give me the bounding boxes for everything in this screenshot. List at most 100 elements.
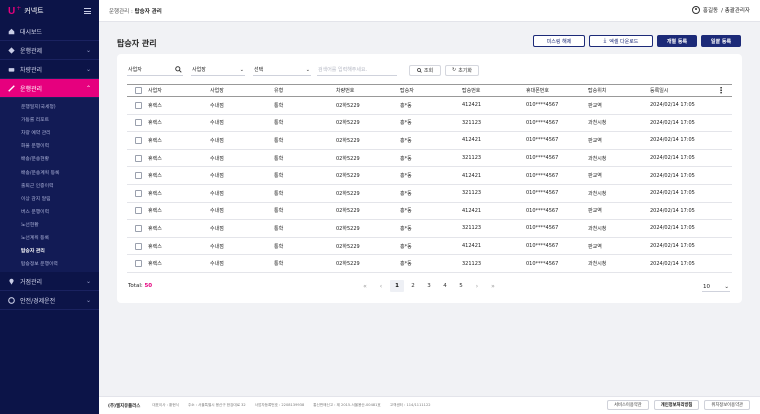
submenu-item[interactable]: 버스 운행이력 — [0, 205, 99, 218]
sidebar-item-label: 거점관리 — [20, 278, 43, 286]
excel-download-button[interactable]: ⤓ 엑셀 다운로드 — [589, 35, 653, 47]
unlink-button[interactable]: 미스링 해제 — [533, 35, 585, 47]
column-header[interactable]: 유형 — [274, 84, 336, 97]
sidebar-item-dashboard[interactable]: 대시보드 — [0, 22, 99, 41]
search-icon — [417, 67, 422, 73]
submenu-item-current[interactable]: 탑승자 관리 — [0, 244, 99, 257]
column-header[interactable]: 탑승번호 — [462, 84, 526, 97]
submenu-item[interactable]: 운행일지(국세청) — [0, 100, 99, 113]
table-cell: 수내점 — [210, 237, 274, 256]
menu-toggle-icon[interactable] — [84, 8, 91, 14]
table-row[interactable]: 휴렉스 수내점 통학 02하5229 홍*동 321123 010****4567 과천시청 2… — [127, 219, 732, 238]
keyword-search-input[interactable]: 검색어를 입력해주세요. — [317, 64, 397, 76]
table-header-row: 사업자 사업장 유형 차량번호 탑승자 탑승번호 휴대폰번호 탑승위치 등록일시… — [127, 84, 732, 97]
row-checkbox[interactable] — [135, 260, 142, 268]
sidebar-item-base[interactable]: 거점관리 ⌄ — [0, 272, 99, 292]
last-page-button[interactable]: » — [486, 280, 500, 292]
column-header[interactable]: 등록일시 — [650, 84, 710, 97]
row-checkbox[interactable] — [135, 172, 142, 180]
page-button[interactable]: 4 — [438, 280, 452, 292]
table-row[interactable]: 휴렉스 수내점 통학 02하5229 홍*동 321123 010****4567 과천시청 2… — [127, 149, 732, 168]
privacy-link[interactable]: 개인정보처리방침 — [653, 400, 700, 410]
submenu-item[interactable]: 노선현황 — [0, 218, 99, 231]
page-button-current[interactable]: 1 — [390, 280, 404, 292]
page-button[interactable]: 5 — [454, 280, 468, 292]
table-cell: 과천시청 — [588, 184, 650, 203]
prev-page-button[interactable]: ‹ — [374, 280, 388, 292]
more-options-icon[interactable]: ⋮ — [710, 84, 732, 97]
total-value: 50 — [144, 283, 153, 289]
table-cell: 홍*동 — [400, 114, 462, 133]
location-terms-link[interactable]: 위치정보이용약관 — [704, 400, 750, 410]
row-select-cell — [127, 114, 148, 133]
column-header[interactable]: 휴대폰번호 — [526, 84, 588, 97]
table-cell: 홍*동 — [400, 184, 462, 203]
submenu-item[interactable]: 화물 운행이력 — [0, 139, 99, 152]
row-checkbox[interactable] — [135, 189, 142, 197]
row-checkbox[interactable] — [135, 119, 142, 127]
submenu-item[interactable]: 배송/운송계획 등록 — [0, 165, 99, 178]
submenu-item[interactable]: 노선계획 등록 — [0, 231, 99, 244]
site-select-value: 사업장 — [192, 67, 206, 73]
sidebar: U + 커넥트 대시보드 운행관제 ⌄ 차량관리 ⌄ 운행관리 ⌃ 운행일지(국… — [0, 0, 99, 414]
row-checkbox[interactable] — [135, 154, 142, 162]
search-button[interactable]: 조회 — [409, 64, 441, 76]
row-select-cell — [127, 166, 148, 185]
table-row[interactable]: 휴렉스 수내점 통학 02하5229 홍*동 321123 010****4567 과천시청 2… — [127, 114, 732, 133]
next-page-button[interactable]: › — [470, 280, 484, 292]
select-all-checkbox[interactable] — [135, 87, 142, 94]
column-header[interactable]: 탑승자 — [400, 84, 462, 97]
row-checkbox[interactable] — [135, 242, 142, 250]
company-search-field[interactable]: 사업자 — [127, 64, 183, 76]
table-cell-spacer — [710, 114, 732, 133]
terms-link[interactable]: 서비스이용약관 — [607, 400, 649, 410]
row-checkbox[interactable] — [135, 207, 142, 215]
column-header[interactable]: 차량번호 — [336, 84, 400, 97]
row-select-cell — [127, 96, 148, 115]
submenu-item[interactable]: 배송/운송현황 — [0, 152, 99, 165]
logo[interactable]: U + 커넥트 — [8, 5, 44, 17]
submenu-item[interactable]: 차량 예약 관리 — [0, 126, 99, 139]
table-cell: 휴렉스 — [148, 202, 210, 221]
page-button[interactable]: 2 — [406, 280, 420, 292]
search-icon[interactable] — [175, 66, 182, 73]
sidebar-item-vehicle[interactable]: 차량관리 ⌄ — [0, 60, 99, 79]
reset-icon: ↻ — [451, 67, 457, 73]
single-register-button[interactable]: 개별 등록 — [657, 35, 697, 47]
submenu-item[interactable]: 가동률 리포트 — [0, 113, 99, 126]
row-checkbox[interactable] — [135, 224, 142, 232]
table-row[interactable]: 휴렉스 수내점 통학 02하5229 홍*동 412421 010****4567 판교역 20… — [127, 96, 732, 115]
sidebar-item-operation-management[interactable]: 운행관리 ⌃ — [0, 79, 99, 98]
submenu-item[interactable]: 탑승정보 운행이력 — [0, 257, 99, 270]
table-row[interactable]: 휴렉스 수내점 통학 02하5229 홍*동 412421 010****4567 판교역 20… — [127, 202, 732, 221]
user-menu[interactable]: 홍길동 / 총괄관리자 — [691, 6, 750, 14]
table-row[interactable]: 휴렉스 수내점 통학 02하5229 홍*동 321123 010****4567 과천시청 2… — [127, 184, 732, 203]
page-size-select[interactable]: 10 ⌄ — [702, 282, 730, 292]
table-row[interactable]: 휴렉스 수내점 통학 02하5229 홍*동 321123 010****4567 과천시청 2… — [127, 254, 732, 273]
table-cell: 412421 — [462, 237, 526, 256]
row-checkbox[interactable] — [135, 136, 142, 144]
reset-button[interactable]: ↻ 초기화 — [445, 64, 479, 76]
table-row[interactable]: 휴렉스 수내점 통학 02하5229 홍*동 412421 010****4567 판교역 20… — [127, 131, 732, 150]
column-header[interactable]: 사업장 — [210, 84, 274, 97]
submenu-item[interactable]: 출퇴근 인증이력 — [0, 179, 99, 192]
table-cell: 010****4567 — [526, 184, 588, 203]
footer-address: 주소 : 서울특별시 용산구 한강대로 32 — [187, 403, 246, 407]
type-select[interactable]: 선택 ⌄ — [253, 64, 311, 76]
page-button[interactable]: 3 — [422, 280, 436, 292]
table-row[interactable]: 휴렉스 수내점 통학 02하5229 홍*동 412421 010****4567 판교역 20… — [127, 237, 732, 256]
sidebar-item-safety[interactable]: 안전/경제운전 ⌄ — [0, 291, 99, 311]
row-checkbox[interactable] — [135, 101, 142, 109]
table-cell: 수내점 — [210, 166, 274, 185]
first-page-button[interactable]: « — [358, 280, 372, 292]
table-cell: 2024/02/14 17:05 — [650, 149, 710, 168]
column-header[interactable]: 사업자 — [148, 84, 210, 97]
sidebar-submenu: 운행일지(국세청) 가동률 리포트 차량 예약 관리 화물 운행이력 배송/운송… — [0, 98, 99, 273]
bulk-register-button[interactable]: 일괄 등록 — [701, 35, 741, 47]
submenu-item[interactable]: 이상 감지 알림 — [0, 192, 99, 205]
column-header[interactable]: 탑승위치 — [588, 84, 650, 97]
site-select[interactable]: 사업장 ⌄ — [191, 64, 245, 76]
passenger-table: 사업자 사업장 유형 차량번호 탑승자 탑승번호 휴대폰번호 탑승위치 등록일시… — [127, 84, 732, 273]
sidebar-item-operation-control[interactable]: 운행관제 ⌄ — [0, 41, 99, 60]
table-row[interactable]: 휴렉스 수내점 통학 02하5229 홍*동 412421 010****4567 판교역 20… — [127, 166, 732, 185]
